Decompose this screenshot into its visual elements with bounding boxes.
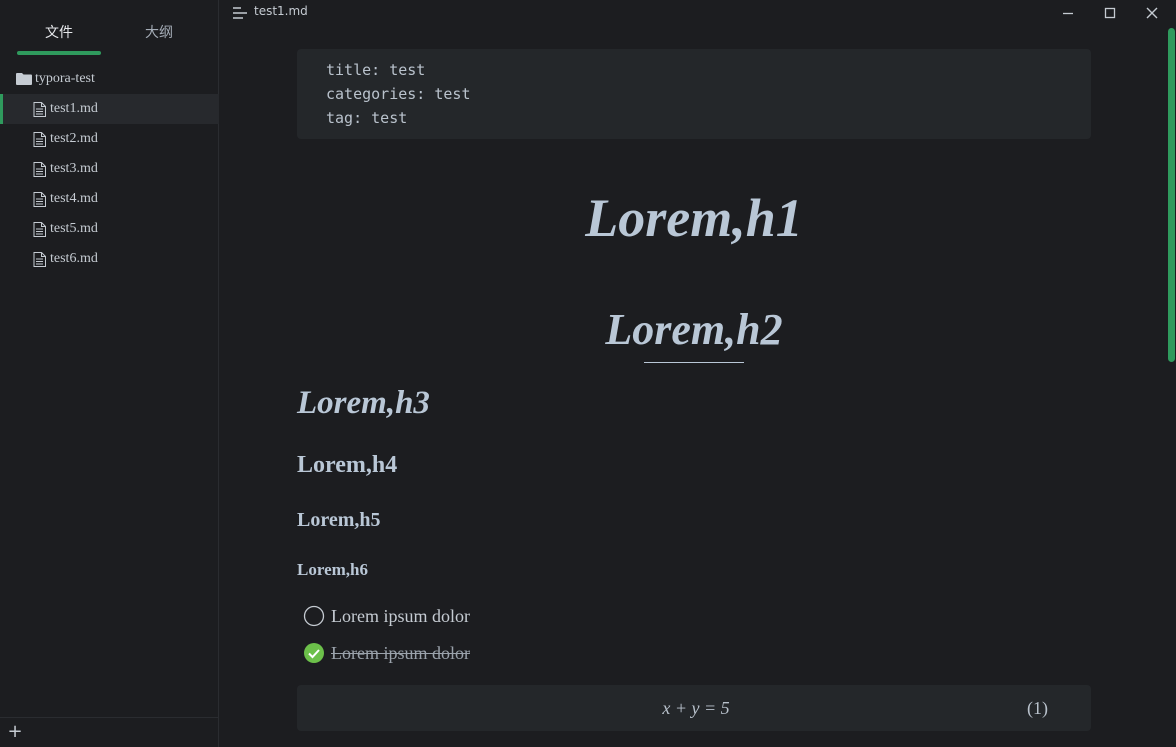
file-name: test2.md — [50, 131, 98, 146]
file-icon — [33, 191, 46, 207]
unchecked-checkbox-icon[interactable] — [303, 605, 325, 627]
heading-5: Lorem,h5 — [297, 509, 381, 531]
titlebar: test1.md — [220, 0, 1176, 26]
front-matter-line: tag: test — [326, 109, 408, 127]
heading-4: Lorem,h4 — [297, 452, 398, 478]
task-item-done: Lorem ipsum dolor — [303, 642, 470, 664]
math-block[interactable]: x + y = 5 (1) — [297, 685, 1091, 731]
file-icon — [33, 251, 46, 267]
file-name: test3.md — [50, 161, 98, 176]
file-tree: typora-test test1.md test2.md test3.md t… — [0, 64, 219, 274]
file-name: test4.md — [50, 191, 98, 206]
checked-checkbox-icon[interactable] — [303, 642, 325, 664]
folder-name: typora-test — [35, 71, 95, 86]
tab-outline[interactable]: 大纲 — [117, 22, 201, 42]
editor[interactable]: title: test categories: test tag: test L… — [297, 49, 1091, 731]
document-title: test1.md — [254, 4, 308, 18]
sidebar-footer: + — [0, 717, 219, 747]
file-icon — [33, 161, 46, 177]
folder-icon — [16, 73, 32, 85]
front-matter-line: title: test — [326, 61, 426, 79]
file-icon — [33, 131, 46, 147]
file-name: test1.md — [50, 101, 98, 116]
equation-number: (1) — [1027, 698, 1048, 718]
yaml-front-matter[interactable]: title: test categories: test tag: test — [297, 49, 1091, 139]
outline-toggle-icon[interactable] — [233, 7, 247, 19]
task-item: Lorem ipsum dolor — [303, 605, 470, 627]
file-name: test5.md — [50, 221, 98, 236]
tab-files[interactable]: 文件 — [17, 22, 101, 42]
file-name: test6.md — [50, 251, 98, 266]
file-item-test6[interactable]: test6.md — [0, 244, 219, 274]
minimize-icon[interactable] — [1060, 5, 1076, 21]
math-expression: x + y = 5 — [662, 698, 730, 718]
file-item-test5[interactable]: test5.md — [0, 214, 219, 244]
vertical-scrollbar[interactable] — [1168, 28, 1175, 362]
file-icon — [33, 221, 46, 237]
folder-item[interactable]: typora-test — [0, 64, 219, 94]
sidebar: 文件 大纲 typora-test test1.md test2.md test… — [0, 0, 219, 747]
file-item-test2[interactable]: test2.md — [0, 124, 219, 154]
heading-6: Lorem,h6 — [297, 560, 368, 579]
heading-2-underline — [644, 362, 744, 363]
active-tab-indicator — [17, 51, 101, 55]
file-item-test4[interactable]: test4.md — [0, 184, 219, 214]
heading-2: Lorem,h2 — [605, 305, 783, 354]
close-icon[interactable] — [1144, 5, 1160, 21]
heading-3: Lorem,h3 — [297, 385, 430, 421]
file-item-test1[interactable]: test1.md — [0, 94, 219, 124]
file-icon — [33, 101, 46, 117]
front-matter-line: categories: test — [326, 85, 471, 103]
file-item-test3[interactable]: test3.md — [0, 154, 219, 184]
task-text: Lorem ipsum dolor — [331, 605, 470, 626]
heading-1: Lorem,h1 — [585, 188, 803, 248]
sidebar-tabs: 文件 大纲 — [0, 0, 219, 60]
add-file-button[interactable]: + — [6, 722, 24, 742]
maximize-icon[interactable] — [1102, 5, 1118, 21]
task-text: Lorem ipsum dolor — [331, 642, 470, 663]
